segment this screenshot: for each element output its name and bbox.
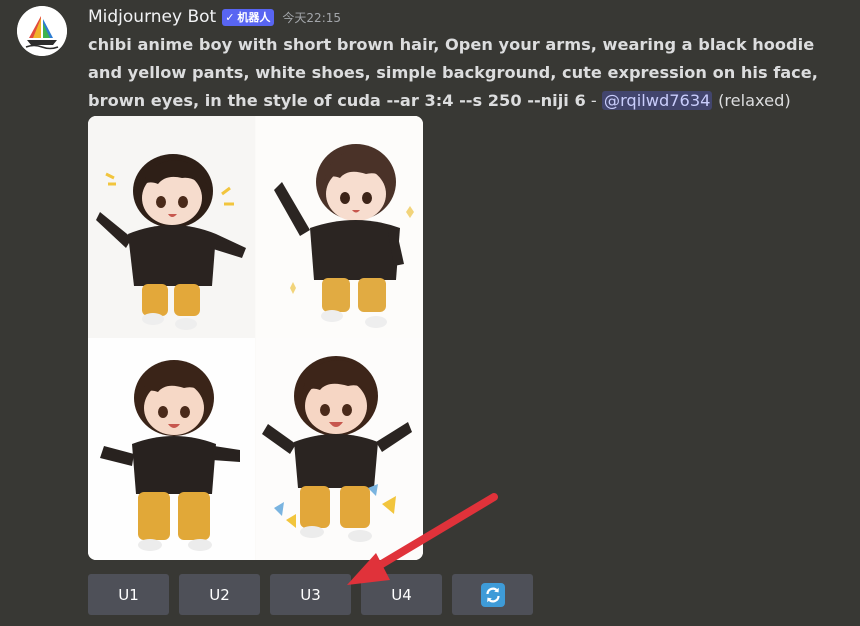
author-name[interactable]: Midjourney Bot [88, 7, 216, 27]
verified-check-icon: ✓ [225, 10, 235, 24]
grid-image-3[interactable] [88, 338, 255, 560]
action-buttons: U1 U2 U3 U4 [88, 574, 543, 615]
bot-badge: ✓ 机器人 [222, 8, 275, 26]
message-timestamp: 今天22:15 [282, 10, 342, 25]
message-header: Midjourney Bot ✓ 机器人 今天22:15 [88, 4, 341, 30]
bot-avatar[interactable] [17, 6, 67, 56]
grid-image-4[interactable] [256, 338, 423, 560]
image-grid[interactable] [88, 116, 423, 560]
prompt-line-3-wrapper: brown eyes, in the style of cuda --ar 3:… [88, 87, 848, 115]
user-mention[interactable]: @rqilwd7634 [601, 91, 713, 110]
chibi-boy-image-1 [96, 154, 246, 330]
upscale-2-button[interactable]: U2 [179, 574, 260, 615]
bot-badge-label: 机器人 [237, 11, 271, 24]
message-content: chibi anime boy with short brown hair, O… [88, 31, 848, 115]
prompt-line-1: chibi anime boy with short brown hair, O… [88, 35, 815, 54]
refresh-icon [480, 582, 505, 607]
chibi-boy-image-3 [100, 360, 240, 551]
reroll-button[interactable] [452, 574, 533, 615]
chibi-boy-image-2 [274, 144, 414, 328]
prompt-separator: - [585, 91, 602, 110]
upscale-4-button[interactable]: U4 [361, 574, 442, 615]
upscale-1-button[interactable]: U1 [88, 574, 169, 615]
grid-image-2[interactable] [256, 116, 423, 338]
prompt-line-3: brown eyes, in the style of cuda --ar 3:… [88, 91, 586, 110]
prompt-line-2: and yellow pants, white shoes, simple ba… [88, 63, 818, 82]
mode-label: (relaxed) [718, 91, 791, 110]
sailboat-logo-icon [17, 6, 67, 56]
grid-image-1[interactable] [88, 116, 255, 338]
chibi-boy-image-4 [262, 356, 412, 542]
upscale-3-button[interactable]: U3 [270, 574, 351, 615]
chat-message: Midjourney Bot ✓ 机器人 今天22:15 chibi anime… [0, 0, 860, 626]
